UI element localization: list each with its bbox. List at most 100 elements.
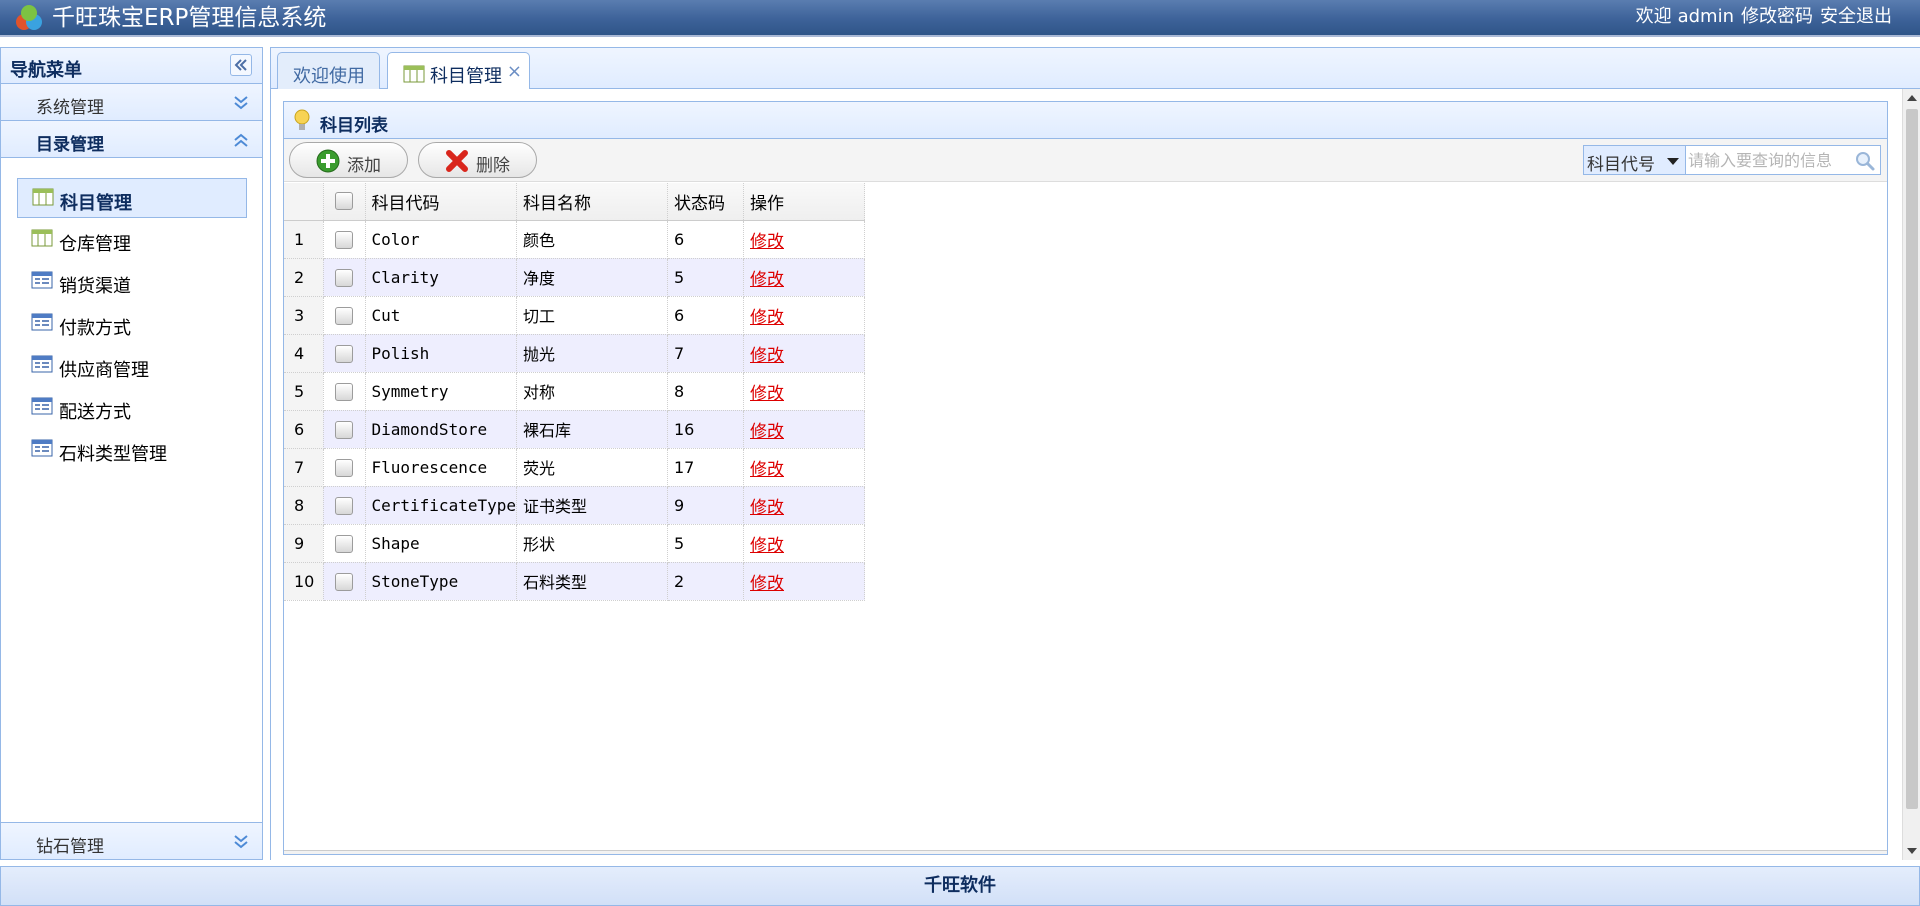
row-checkbox[interactable] [335,496,353,515]
row-checkbox[interactable] [335,458,353,477]
section-label: 系统管理 [36,98,104,118]
add-button[interactable]: 添加 [289,142,408,178]
row-checkbox-cell [323,334,366,373]
cell-status: 2 [667,562,744,601]
row-checkbox[interactable] [335,344,353,363]
section-system-management[interactable]: 系统管理 [1,84,262,121]
delete-icon [446,150,468,172]
select-all-checkbox[interactable] [335,192,353,211]
cell-code: StoneType [365,562,517,601]
section-label: 目录管理 [36,135,104,155]
menu-item-label: 仓库管理 [59,234,131,255]
menu-item-sales-channel[interactable]: 销货渠道 [17,262,247,302]
table-row[interactable]: 9 Shape 形状 5 修改 [284,524,865,563]
double-chevron-down-icon[interactable] [232,94,250,112]
edit-link[interactable]: 修改 [750,308,784,328]
search-icon[interactable] [1854,150,1876,172]
edit-link[interactable]: 修改 [750,460,784,480]
edit-link[interactable]: 修改 [750,346,784,366]
cell-code: Symmetry [365,372,517,411]
grid-horizontal-scrollbar[interactable] [284,850,1887,854]
double-chevron-up-icon[interactable] [232,131,250,149]
menu-item-payment-method[interactable]: 付款方式 [17,304,247,344]
row-checkbox[interactable] [335,534,353,553]
edit-link[interactable]: 修改 [750,270,784,290]
content-vertical-scrollbar[interactable] [1902,89,1920,860]
cell-code: Polish [365,334,517,373]
app-footer: 千旺软件 [0,866,1920,906]
close-tab-icon[interactable]: × [507,61,522,82]
menu-item-supplier-management[interactable]: 供应商管理 [17,346,247,386]
welcome-text: 欢迎 [1635,6,1672,27]
grid-icon [31,229,53,247]
table-row[interactable]: 7 Fluorescence 荧光 17 修改 [284,448,865,487]
panel-header: 科目列表 [284,102,1887,139]
row-number: 5 [284,372,324,411]
row-checkbox[interactable] [335,420,353,439]
cell-status: 9 [667,486,744,525]
double-chevron-down-icon[interactable] [232,833,250,851]
search-box: 科目代号 [1583,145,1881,175]
delete-button[interactable]: 删除 [418,142,537,178]
scrollbar-thumb[interactable] [1906,109,1918,809]
lightbulb-icon [294,109,310,130]
row-checkbox[interactable] [335,268,353,287]
search-input[interactable] [1688,148,1848,172]
cell-code: Color [365,220,517,259]
app-title: 千旺珠宝ERP管理信息系统 [52,5,327,31]
collapse-nav-button[interactable] [230,54,252,76]
nav-panel: 导航菜单 系统管理 目录管理 科目管理 仓库管理 销货渠道 付款方式 供应商管理… [0,47,263,860]
table-row[interactable]: 2 Clarity 净度 5 修改 [284,258,865,297]
edit-link[interactable]: 修改 [750,232,784,252]
logout-link[interactable]: 安全退出 [1820,6,1892,27]
column-header-status[interactable]: 状态码 [667,183,744,221]
cell-status: 7 [667,334,744,373]
cell-action: 修改 [743,486,865,525]
cell-action: 修改 [743,258,865,297]
table-row[interactable]: 6 DiamondStore 裸石库 16 修改 [284,410,865,449]
row-checkbox-cell [323,372,366,411]
edit-link[interactable]: 修改 [750,574,784,594]
scroll-up-icon[interactable] [1907,95,1917,101]
cell-status: 17 [667,448,744,487]
column-header-name[interactable]: 科目名称 [516,183,668,221]
row-checkbox-cell [323,220,366,259]
table-row[interactable]: 1 Color 颜色 6 修改 [284,220,865,259]
tab-subject-management[interactable]: 科目管理 × [387,52,530,91]
cell-code: Cut [365,296,517,335]
section-label: 钻石管理 [36,837,104,857]
section-catalog-management[interactable]: 目录管理 [1,121,262,158]
footer-text: 千旺软件 [924,875,996,896]
row-checkbox-cell [323,448,366,487]
row-checkbox[interactable] [335,230,353,249]
table-row[interactable]: 8 CertificateType 证书类型 9 修改 [284,486,865,525]
row-checkbox-cell [323,410,366,449]
edit-link[interactable]: 修改 [750,536,784,556]
column-header-action[interactable]: 操作 [743,183,865,221]
edit-link[interactable]: 修改 [750,384,784,404]
edit-link[interactable]: 修改 [750,498,784,518]
menu-item-warehouse-management[interactable]: 仓库管理 [17,220,247,260]
row-checkbox[interactable] [335,306,353,325]
change-password-link[interactable]: 修改密码 [1741,6,1813,27]
menu-item-label: 付款方式 [59,318,131,339]
menu-item-stone-type-management[interactable]: 石料类型管理 [17,430,247,470]
tab-welcome[interactable]: 欢迎使用 [277,52,380,90]
scroll-down-icon[interactable] [1907,848,1917,854]
row-checkbox-cell [323,562,366,601]
cell-name: 证书类型 [516,486,668,525]
table-row[interactable]: 3 Cut 切工 6 修改 [284,296,865,335]
section-diamond-management[interactable]: 钻石管理 [1,822,262,859]
table-row[interactable]: 5 Symmetry 对称 8 修改 [284,372,865,411]
menu-item-delivery-method[interactable]: 配送方式 [17,388,247,428]
menu-item-subject-management[interactable]: 科目管理 [17,178,247,218]
row-checkbox[interactable] [335,382,353,401]
nav-header: 导航菜单 [1,48,262,84]
column-header-code[interactable]: 科目代码 [365,183,517,221]
cell-name: 形状 [516,524,668,563]
table-row[interactable]: 4 Polish 抛光 7 修改 [284,334,865,373]
table-row[interactable]: 10 StoneType 石料类型 2 修改 [284,562,865,601]
search-field-select[interactable]: 科目代号 [1584,146,1686,175]
edit-link[interactable]: 修改 [750,422,784,442]
row-checkbox[interactable] [335,572,353,591]
